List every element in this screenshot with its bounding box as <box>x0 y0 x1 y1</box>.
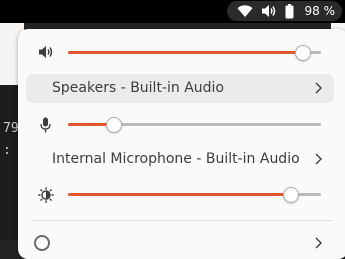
microphone-icon <box>40 117 51 133</box>
chevron-right-icon <box>315 153 322 165</box>
slider-knob[interactable] <box>295 45 312 61</box>
quick-settings-panel: Speakers - Built-in Audio Internal Micro… <box>18 29 345 259</box>
slider-knob[interactable] <box>105 117 122 133</box>
slider-fill <box>68 51 304 54</box>
input-device-item[interactable]: Internal Microphone - Built-in Audio <box>26 145 334 174</box>
chevron-right-icon <box>315 82 322 94</box>
output-device-label: Speakers - Built-in Audio <box>52 80 224 96</box>
input-device-label: Internal Microphone - Built-in Audio <box>52 151 300 167</box>
volume-icon <box>261 5 275 17</box>
battery-icon <box>285 3 293 18</box>
separator <box>32 220 332 221</box>
system-tray[interactable]: 98 % <box>226 1 342 21</box>
next-item-icon <box>34 235 50 251</box>
top-bar: 98 % <box>0 0 345 23</box>
slider-knob[interactable] <box>282 187 299 203</box>
slider-fill <box>68 193 291 196</box>
output-volume-slider[interactable] <box>68 45 321 61</box>
input-volume-slider[interactable] <box>68 117 321 133</box>
brightness-slider[interactable] <box>68 187 321 203</box>
wifi-icon <box>237 4 252 17</box>
battery-percentage: 98 % <box>304 4 336 18</box>
chevron-right-icon <box>315 237 322 249</box>
brightness-icon <box>38 187 54 203</box>
output-device-item[interactable]: Speakers - Built-in Audio <box>26 74 334 103</box>
speaker-volume-icon <box>39 46 53 58</box>
